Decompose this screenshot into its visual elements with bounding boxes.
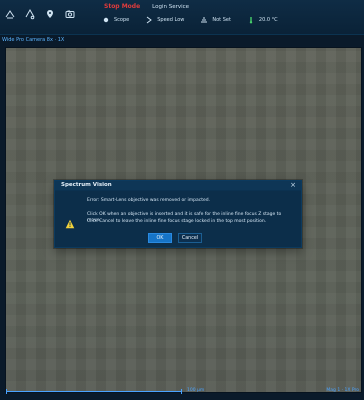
not-set-icon <box>200 16 208 24</box>
speed-icon <box>145 16 153 24</box>
toolbar-icon-group <box>4 8 76 20</box>
warning-icon <box>65 214 75 229</box>
status-not-set: Not Set <box>200 16 231 24</box>
pin-icon[interactable] <box>44 8 56 20</box>
objective-icon[interactable] <box>24 8 36 20</box>
dialog-message-line-3: Click Cancel to leave the inline fine fo… <box>87 219 267 224</box>
ok-button[interactable]: OK <box>148 233 172 243</box>
status-row: Scope Speed Low Not Set 20.0 °C <box>102 16 278 24</box>
status-not-set-label: Not Set <box>212 17 231 23</box>
mode-title: Stop Mode <box>104 3 141 10</box>
dialog-button-row: OK Cancel <box>55 233 301 243</box>
temperature-icon <box>247 16 255 24</box>
dialog-message-line-1: Error: Smart-Lens objective was removed … <box>87 198 211 203</box>
status-speed-label: Speed Low <box>157 17 185 23</box>
mode-subtitle: Login Service <box>152 3 190 10</box>
status-temperature-label: 20.0 °C <box>258 17 278 23</box>
app-window: Stop Mode Login Service Scope Speed Low <box>0 0 364 400</box>
dialog-title: Spectrum Vision <box>61 182 112 188</box>
top-toolbar: Stop Mode Login Service Scope Speed Low <box>0 0 364 35</box>
camera-icon[interactable] <box>64 8 76 20</box>
close-icon[interactable]: × <box>289 181 297 189</box>
status-scope: Scope <box>102 16 129 24</box>
mode-block: Stop Mode Login Service <box>104 3 189 10</box>
scope-icon <box>102 16 110 24</box>
camera-label: Wide Pro Camera 8x · 1X <box>2 37 65 43</box>
dialog-body: Error: Smart-Lens objective was removed … <box>55 191 301 247</box>
status-scope-label: Scope <box>114 17 130 23</box>
cancel-button[interactable]: Cancel <box>178 233 202 243</box>
status-temperature: 20.0 °C <box>247 16 278 24</box>
status-speed: Speed Low <box>145 16 184 24</box>
dialog-titlebar: Spectrum Vision × <box>55 181 301 191</box>
stage-home-icon[interactable] <box>4 8 16 20</box>
error-dialog: Spectrum Vision × Error: Smart-Lens obje… <box>54 180 302 248</box>
